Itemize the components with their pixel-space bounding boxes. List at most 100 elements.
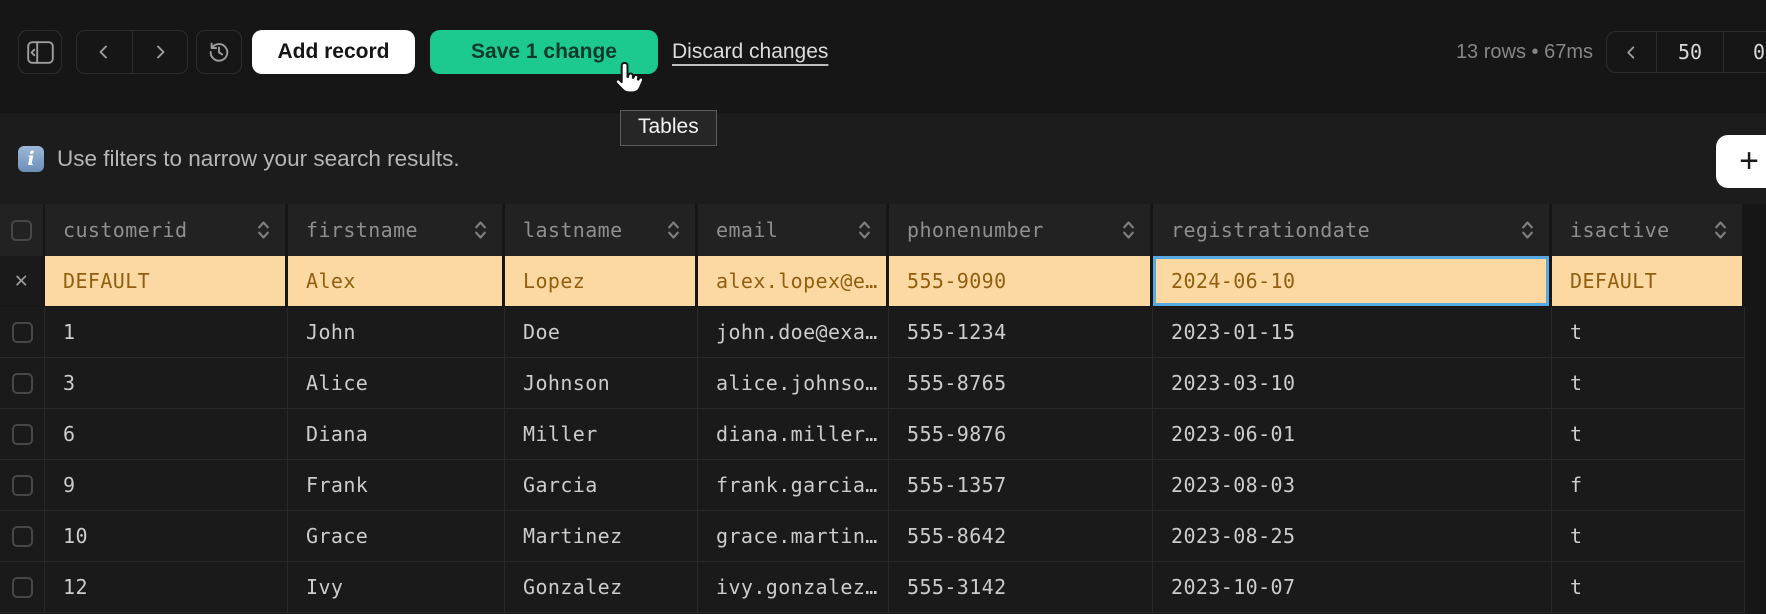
cell-email[interactable]: alice.johnso… xyxy=(698,358,889,409)
history-clock-icon xyxy=(207,40,231,64)
cell-firstname[interactable]: John xyxy=(288,307,505,358)
column-header-phonenumber[interactable]: phonenumber xyxy=(889,204,1153,256)
filter-hint-text: Use filters to narrow your search result… xyxy=(57,146,460,172)
toolbar: Add record Save 1 change Discard changes… xyxy=(0,0,1766,113)
cell-email[interactable]: ivy.gonzalez… xyxy=(698,562,889,613)
info-icon: i xyxy=(18,146,44,172)
page-size-input[interactable]: 50 xyxy=(1656,32,1724,72)
cell-customerid[interactable]: 9 xyxy=(45,460,288,511)
cell-lastname[interactable]: Miller xyxy=(505,409,698,460)
add-record-button[interactable]: Add record xyxy=(252,30,415,74)
previous-page-button[interactable] xyxy=(1607,32,1656,72)
cell-email[interactable]: alex.lopex@e… xyxy=(698,256,889,307)
pagination-control: 50 0 xyxy=(1606,31,1766,73)
row-checkbox[interactable] xyxy=(12,526,33,547)
column-header-lastname[interactable]: lastname xyxy=(505,204,698,256)
cell-registrationdate[interactable]: 2023-06-01 xyxy=(1153,409,1552,460)
cell-firstname[interactable]: Grace xyxy=(288,511,505,562)
cell-phonenumber[interactable]: 555-8765 xyxy=(889,358,1153,409)
column-header-isactive[interactable]: isactive xyxy=(1552,204,1745,256)
toggle-sidebar-button[interactable] xyxy=(18,30,62,74)
cell-customerid[interactable]: 10 xyxy=(45,511,288,562)
cell-registrationdate[interactable]: 2023-03-10 xyxy=(1153,358,1552,409)
column-header-firstname[interactable]: firstname xyxy=(288,204,505,256)
cell-registrationdate-selected[interactable]: 2024-06-10 xyxy=(1153,256,1552,307)
cell-firstname[interactable]: Alice xyxy=(288,358,505,409)
sort-icon xyxy=(857,217,872,243)
cell-firstname[interactable]: Frank xyxy=(288,460,505,511)
back-button[interactable] xyxy=(77,31,132,73)
cell-customerid[interactable]: 1 xyxy=(45,307,288,358)
cell-email[interactable]: grace.martin… xyxy=(698,511,889,562)
cell-lastname[interactable]: Garcia xyxy=(505,460,698,511)
cell-customerid[interactable]: 6 xyxy=(45,409,288,460)
sort-icon xyxy=(256,217,271,243)
column-header-customerid[interactable]: customerid xyxy=(45,204,288,256)
data-table-app: Add record Save 1 change Discard changes… xyxy=(0,0,1766,614)
table-row: 9 Frank Garcia frank.garcia… 555-1357 20… xyxy=(0,460,1745,511)
cell-isactive[interactable]: t xyxy=(1552,562,1745,613)
cell-phonenumber[interactable]: 555-8642 xyxy=(889,511,1153,562)
cell-isactive[interactable]: t xyxy=(1552,511,1745,562)
table-row: 3 Alice Johnson alice.johnso… 555-8765 2… xyxy=(0,358,1745,409)
chevron-left-icon xyxy=(95,43,113,61)
cell-email[interactable]: john.doe@exa… xyxy=(698,307,889,358)
row-checkbox[interactable] xyxy=(12,577,33,598)
cell-firstname[interactable]: Diana xyxy=(288,409,505,460)
cell-lastname[interactable]: Lopez xyxy=(505,256,698,307)
cell-registrationdate[interactable]: 2023-10-07 xyxy=(1153,562,1552,613)
filter-hint-banner: i Use filters to narrow your search resu… xyxy=(0,113,1766,204)
row-select-cell xyxy=(0,562,45,613)
sort-icon xyxy=(1520,217,1535,243)
cell-email[interactable]: diana.miller… xyxy=(698,409,889,460)
cell-customerid[interactable]: 12 xyxy=(45,562,288,613)
select-all-checkbox[interactable] xyxy=(11,220,32,241)
cell-isactive[interactable]: t xyxy=(1552,409,1745,460)
sort-icon xyxy=(666,217,681,243)
add-filter-button[interactable]: + xyxy=(1716,135,1766,188)
row-checkbox[interactable] xyxy=(12,424,33,445)
column-header-email[interactable]: email xyxy=(698,204,889,256)
history-nav-group xyxy=(76,30,188,74)
cell-customerid[interactable]: DEFAULT xyxy=(45,256,288,307)
remove-row-icon[interactable]: ✕ xyxy=(15,270,29,292)
cell-email[interactable]: frank.garcia… xyxy=(698,460,889,511)
row-select-cell xyxy=(0,409,45,460)
table-row: 10 Grace Martinez grace.martin… 555-8642… xyxy=(0,511,1745,562)
table-row: 12 Ivy Gonzalez ivy.gonzalez… 555-3142 2… xyxy=(0,562,1745,613)
cell-isactive[interactable]: t xyxy=(1552,358,1745,409)
cell-isactive[interactable]: DEFAULT xyxy=(1552,256,1745,307)
cell-phonenumber[interactable]: 555-3142 xyxy=(889,562,1153,613)
cell-registrationdate[interactable]: 2023-01-15 xyxy=(1153,307,1552,358)
cell-firstname[interactable]: Ivy xyxy=(288,562,505,613)
cell-phonenumber[interactable]: 555-1357 xyxy=(889,460,1153,511)
cell-phonenumber[interactable]: 555-1234 xyxy=(889,307,1153,358)
column-label: email xyxy=(698,218,778,242)
table-row-new-record: ✕ DEFAULT Alex Lopez alex.lopex@e… 555-9… xyxy=(0,256,1745,307)
tables-tooltip: Tables xyxy=(620,110,717,146)
cell-phonenumber[interactable]: 555-9090 xyxy=(889,256,1153,307)
cell-registrationdate[interactable]: 2023-08-25 xyxy=(1153,511,1552,562)
forward-button[interactable] xyxy=(132,31,188,73)
discard-changes-link[interactable]: Discard changes xyxy=(672,30,828,74)
cell-lastname[interactable]: Martinez xyxy=(505,511,698,562)
cell-lastname[interactable]: Gonzalez xyxy=(505,562,698,613)
row-checkbox[interactable] xyxy=(12,322,33,343)
sort-icon xyxy=(1713,217,1728,243)
row-select-cell xyxy=(0,358,45,409)
cell-lastname[interactable]: Johnson xyxy=(505,358,698,409)
column-header-registrationdate[interactable]: registrationdate xyxy=(1153,204,1552,256)
row-checkbox[interactable] xyxy=(12,373,33,394)
cell-firstname[interactable]: Alex xyxy=(288,256,505,307)
cell-isactive[interactable]: f xyxy=(1552,460,1745,511)
cell-registrationdate[interactable]: 2023-08-03 xyxy=(1153,460,1552,511)
cell-lastname[interactable]: Doe xyxy=(505,307,698,358)
query-history-button[interactable] xyxy=(196,30,242,74)
save-changes-button[interactable]: Save 1 change xyxy=(430,30,658,74)
page-offset-input[interactable]: 0 xyxy=(1724,32,1766,72)
cell-customerid[interactable]: 3 xyxy=(45,358,288,409)
row-checkbox[interactable] xyxy=(12,475,33,496)
cell-phonenumber[interactable]: 555-9876 xyxy=(889,409,1153,460)
cell-isactive[interactable]: t xyxy=(1552,307,1745,358)
select-all-cell xyxy=(0,204,45,256)
